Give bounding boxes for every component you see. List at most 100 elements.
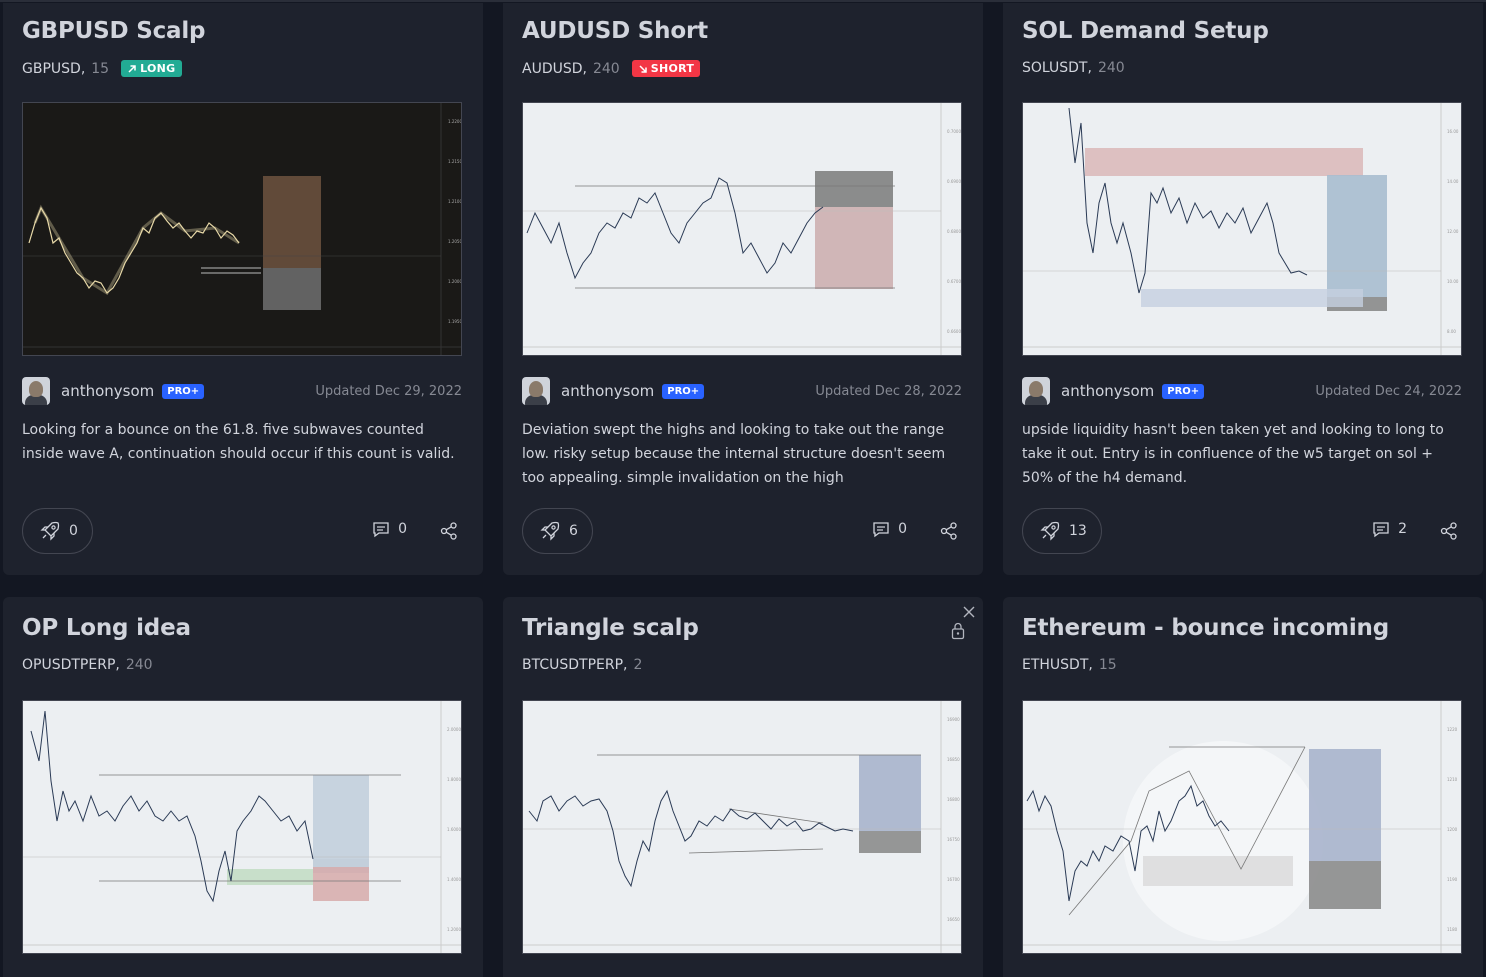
idea-card[interactable]: OP Long idea OPUSDTPERP, 240 2.0000 1.8000… bbox=[3, 597, 483, 977]
top-divider bbox=[0, 0, 1486, 2]
comment-count: 2 bbox=[1398, 521, 1407, 537]
idea-title[interactable]: GBPUSD Scalp bbox=[22, 18, 205, 44]
chart-snapshot[interactable]: 16900 16850 16800 16750 16700 16650 bbox=[522, 700, 962, 954]
close-icon bbox=[963, 606, 975, 618]
share-button[interactable] bbox=[939, 521, 959, 545]
idea-card[interactable]: GBPUSD Scalp GBPUSD, 15 LONG 1.2200 1.2150… bbox=[3, 3, 483, 575]
idea-card[interactable]: Triangle scalp BTCUSDTPERP, 2 16900 16850 1… bbox=[503, 597, 983, 977]
idea-description: upside liquidity hasn't been taken yet a… bbox=[1022, 422, 1444, 486]
symbol-link[interactable]: ETHUSDT bbox=[1022, 657, 1088, 673]
idea-title[interactable]: OP Long idea bbox=[22, 615, 191, 641]
timeframe: 240 bbox=[592, 60, 620, 77]
close-button[interactable] bbox=[962, 604, 976, 623]
symbol-line: GBPUSD, 15 LONG bbox=[22, 60, 182, 77]
rocket-icon bbox=[1040, 521, 1060, 541]
author-row: anthonysom PRO+ Updated Dec 29, 2022 bbox=[22, 377, 462, 405]
boost-count: 13 bbox=[1069, 523, 1087, 539]
svg-text:16650: 16650 bbox=[947, 917, 960, 922]
rocket-icon bbox=[540, 521, 560, 541]
share-button[interactable] bbox=[1439, 521, 1459, 545]
svg-text:12.00: 12.00 bbox=[1447, 229, 1459, 234]
pro-badge: PRO+ bbox=[1162, 383, 1205, 399]
author-name[interactable]: anthonysom bbox=[61, 382, 154, 400]
comments-button[interactable]: 2 bbox=[1372, 520, 1407, 538]
author-name[interactable]: anthonysom bbox=[1061, 382, 1154, 400]
author-name[interactable]: anthonysom bbox=[561, 382, 654, 400]
chart-snapshot[interactable]: 1.2200 1.2150 1.2100 1.2050 1.2000 1.1950 bbox=[22, 102, 462, 356]
idea-title[interactable]: Triangle scalp bbox=[522, 615, 699, 641]
comments-button[interactable]: 0 bbox=[872, 520, 907, 538]
symbol-link[interactable]: OPUSDTPERP bbox=[22, 657, 115, 673]
timeframe: 240 bbox=[125, 657, 153, 673]
idea-card[interactable]: Ethereum - bounce incoming ETHUSDT, 15 12… bbox=[1003, 597, 1483, 977]
share-icon bbox=[940, 522, 957, 540]
symbol-link[interactable]: BTCUSDTPERP bbox=[522, 657, 623, 673]
svg-text:1.2000: 1.2000 bbox=[448, 279, 462, 284]
share-button[interactable] bbox=[439, 521, 459, 545]
idea-card[interactable]: SOL Demand Setup SOLUSDT, 240 16.00 14.00 1… bbox=[1003, 3, 1483, 575]
idea-title[interactable]: AUDUSD Short bbox=[522, 18, 708, 44]
avatar[interactable] bbox=[22, 377, 50, 405]
symbol-link[interactable]: AUDUSD bbox=[522, 61, 583, 77]
svg-text:1200: 1200 bbox=[1447, 827, 1458, 832]
svg-text:16850: 16850 bbox=[947, 757, 960, 762]
timeframe: 2 bbox=[633, 657, 643, 673]
timeframe: 15 bbox=[91, 60, 110, 77]
pro-badge: PRO+ bbox=[662, 383, 705, 399]
svg-text:1.2200: 1.2200 bbox=[448, 119, 462, 124]
avatar[interactable] bbox=[522, 377, 550, 405]
comment-count: 0 bbox=[898, 521, 907, 537]
lock-icon bbox=[951, 622, 965, 640]
timeframe: 240 bbox=[1097, 60, 1125, 76]
updated-date: Updated Dec 28, 2022 bbox=[815, 383, 962, 399]
chart-image: 16.00 14.00 12.00 10.00 8.00 bbox=[1023, 103, 1461, 355]
svg-text:1210: 1210 bbox=[1447, 777, 1458, 782]
symbol-link[interactable]: GBPUSD bbox=[22, 61, 81, 77]
idea-card[interactable]: AUDUSD Short AUDUSD, 240 SHORT 0.7000 0.69… bbox=[503, 3, 983, 575]
lock-button[interactable] bbox=[951, 622, 965, 644]
avatar[interactable] bbox=[1022, 377, 1050, 405]
chart-snapshot[interactable]: 16.00 14.00 12.00 10.00 8.00 bbox=[1022, 102, 1462, 356]
arrow-down-right-icon bbox=[639, 64, 647, 73]
share-icon bbox=[1440, 522, 1457, 540]
pro-badge: PRO+ bbox=[162, 383, 205, 399]
svg-text:1.6000: 1.6000 bbox=[447, 827, 461, 832]
svg-text:16700: 16700 bbox=[947, 877, 960, 882]
chart-image: 0.7000 0.6900 0.6800 0.6700 0.6600 bbox=[523, 103, 961, 355]
svg-text:0.6700: 0.6700 bbox=[947, 279, 961, 284]
svg-text:1.1950: 1.1950 bbox=[448, 319, 462, 324]
svg-text:14.00: 14.00 bbox=[1447, 179, 1459, 184]
comment-icon bbox=[873, 522, 889, 538]
symbol-line: AUDUSD, 240 SHORT bbox=[522, 60, 701, 77]
chart-snapshot[interactable]: 1220 1210 1200 1190 1180 bbox=[1022, 700, 1462, 954]
chart-snapshot[interactable]: 2.0000 1.8000 1.6000 1.4000 1.2000 bbox=[22, 700, 462, 954]
symbol-line: SOLUSDT, 240 bbox=[1022, 60, 1125, 76]
arrow-up-right-icon bbox=[128, 64, 136, 73]
author-row: anthonysom PRO+ Updated Dec 28, 2022 bbox=[522, 377, 962, 405]
svg-text:0.6800: 0.6800 bbox=[947, 229, 961, 234]
idea-title[interactable]: Ethereum - bounce incoming bbox=[1022, 615, 1389, 641]
svg-text:1180: 1180 bbox=[1447, 927, 1458, 932]
symbol-line: ETHUSDT, 15 bbox=[1022, 657, 1117, 673]
svg-text:16900: 16900 bbox=[947, 717, 960, 722]
boost-button[interactable]: 6 bbox=[522, 508, 593, 554]
boost-button[interactable]: 0 bbox=[22, 508, 93, 554]
share-icon bbox=[440, 522, 457, 540]
chart-image: 2.0000 1.8000 1.6000 1.4000 1.2000 bbox=[23, 701, 461, 953]
chart-snapshot[interactable]: 0.7000 0.6900 0.6800 0.6700 0.6600 bbox=[522, 102, 962, 356]
idea-title[interactable]: SOL Demand Setup bbox=[1022, 18, 1269, 44]
svg-text:0.7000: 0.7000 bbox=[947, 129, 961, 134]
idea-description: Looking for a bounce on the 61.8. five s… bbox=[22, 422, 455, 462]
svg-text:2.0000: 2.0000 bbox=[447, 727, 461, 732]
timeframe: 15 bbox=[1098, 657, 1117, 673]
comment-icon bbox=[373, 522, 389, 538]
svg-text:8.00: 8.00 bbox=[1447, 329, 1456, 334]
symbol-link[interactable]: SOLUSDT bbox=[1022, 60, 1087, 76]
svg-text:1220: 1220 bbox=[1447, 727, 1458, 732]
updated-date: Updated Dec 29, 2022 bbox=[315, 383, 462, 399]
boost-button[interactable]: 13 bbox=[1022, 508, 1102, 554]
comments-button[interactable]: 0 bbox=[372, 520, 407, 538]
chart-image: 1.2200 1.2150 1.2100 1.2050 1.2000 1.1950 bbox=[23, 103, 462, 355]
svg-text:16.00: 16.00 bbox=[1447, 129, 1459, 134]
svg-text:1.2000: 1.2000 bbox=[447, 927, 461, 932]
